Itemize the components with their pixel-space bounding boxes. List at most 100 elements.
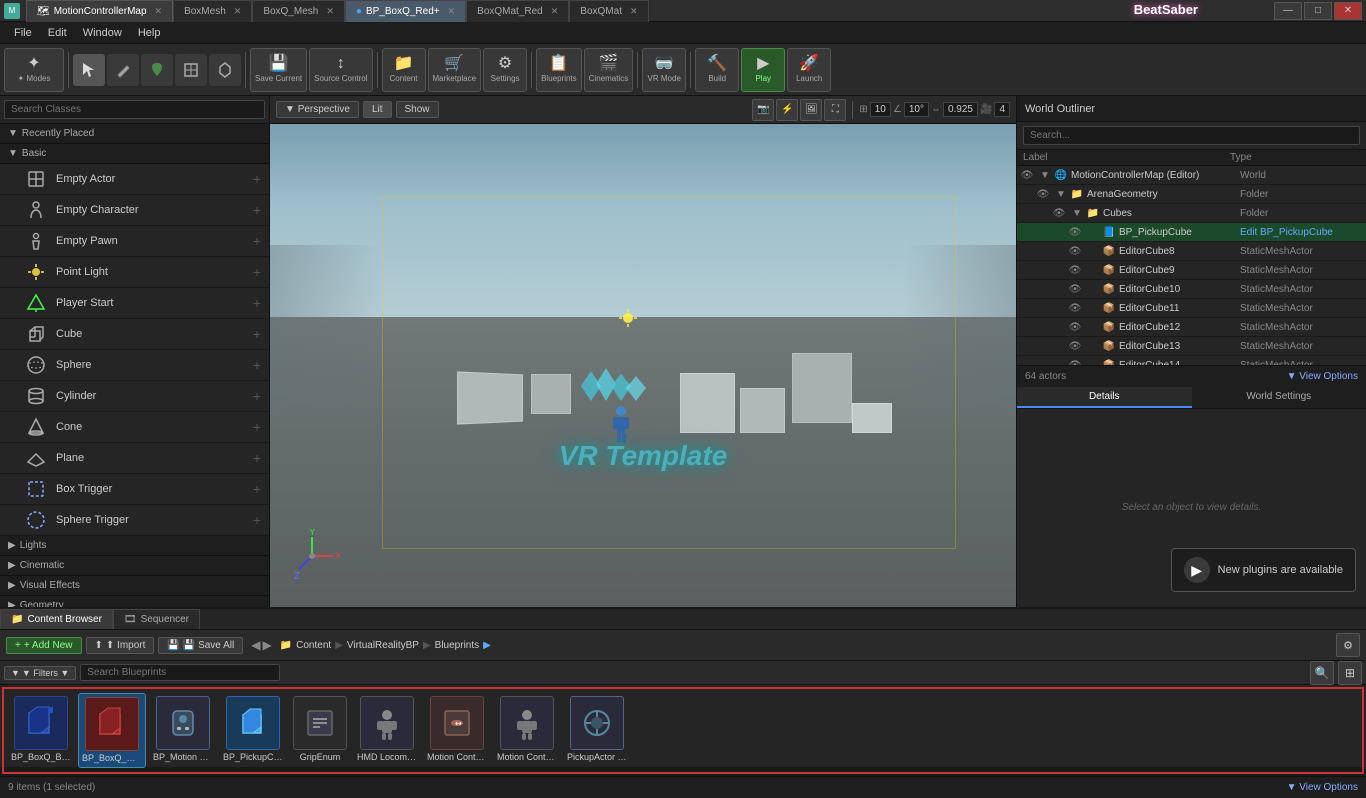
asset-bp-boxq-blue[interactable]: BP_BoxQ_Blue xyxy=(8,693,74,768)
import-button[interactable]: ⬆ ⬆ Import xyxy=(86,637,155,654)
vis-icon[interactable]: 👁 xyxy=(1065,284,1085,295)
list-item-point-light[interactable]: Point Light + xyxy=(0,257,269,288)
menu-item-file[interactable]: File xyxy=(6,25,40,41)
tab-sequencer[interactable]: 🎞 Sequencer xyxy=(113,609,200,629)
content-settings-button[interactable]: ⚙ xyxy=(1336,633,1360,657)
search-classes-input[interactable] xyxy=(4,100,265,119)
marketplace-button[interactable]: 🛒 Marketplace xyxy=(428,48,482,92)
content-search-input[interactable] xyxy=(80,664,280,681)
tab-close[interactable]: ✕ xyxy=(551,6,559,17)
tab-bp-boxq-red[interactable]: ● BP_BoxQ_Red+ ✕ xyxy=(345,0,466,22)
grid-value[interactable]: 10 xyxy=(870,102,891,117)
vis-icon[interactable]: 👁 xyxy=(1065,303,1085,314)
outliner-row-cube14[interactable]: 👁 📦 EditorCube14 StaticMeshActor xyxy=(1017,356,1366,365)
expand-icon[interactable]: ▼ xyxy=(1069,208,1085,219)
section-recently-placed[interactable]: ▼ Recently Placed xyxy=(0,124,269,144)
outliner-row-cube10[interactable]: 👁 📦 EditorCube10 StaticMeshActor xyxy=(1017,280,1366,299)
view-options[interactable]: ▼ View Options xyxy=(1287,371,1358,382)
vis-icon[interactable]: 👁 xyxy=(1065,227,1085,238)
mode-fracture[interactable] xyxy=(209,54,241,86)
tab-world-settings[interactable]: World Settings xyxy=(1192,387,1366,408)
list-item-empty-actor[interactable]: Empty Actor + xyxy=(0,164,269,195)
mode-paint[interactable] xyxy=(107,54,139,86)
camera-value[interactable]: 4 xyxy=(994,102,1010,117)
outliner-item-type[interactable]: Edit BP_PickupCube xyxy=(1236,227,1366,238)
show-button[interactable]: Show xyxy=(396,101,439,118)
tab-boxmesh[interactable]: BoxMesh ✕ xyxy=(173,0,252,22)
empty-actor-add[interactable]: + xyxy=(253,171,261,187)
tab-boxq-mesh[interactable]: BoxQ_Mesh ✕ xyxy=(252,0,345,22)
asset-motion-haptics[interactable]: ↭ Motion Controller Haptics xyxy=(424,693,490,768)
mode-select[interactable] xyxy=(73,54,105,86)
vr-mode-button[interactable]: 🥽 VR Mode xyxy=(642,48,686,92)
launch-button[interactable]: 🚀 Launch xyxy=(787,48,831,92)
section-cinematic[interactable]: ▶ Cinematic xyxy=(0,556,269,576)
point-light-add[interactable]: + xyxy=(253,264,261,280)
box-trigger-add[interactable]: + xyxy=(253,481,261,497)
list-item-sphere-trigger[interactable]: Sphere Trigger + xyxy=(0,505,269,536)
expand-icon[interactable]: ▼ xyxy=(1053,189,1069,200)
outliner-row-cubes[interactable]: 👁 ▼ 📁 Cubes Folder xyxy=(1017,204,1366,223)
asset-bp-motion-controller[interactable]: BP_Motion Controller xyxy=(150,693,216,768)
list-item-plane[interactable]: Plane + xyxy=(0,443,269,474)
expand-icon[interactable]: ▼ xyxy=(1037,170,1053,181)
tab-boxqmat-red[interactable]: BoxQMat_Red ✕ xyxy=(466,0,569,22)
player-start-add[interactable]: + xyxy=(253,295,261,311)
play-button[interactable]: ▶ Play xyxy=(741,48,785,92)
menu-item-edit[interactable]: Edit xyxy=(40,25,75,41)
view-options-label[interactable]: ▼ View Options xyxy=(1287,782,1358,793)
tab-content-browser[interactable]: 📁 Content Browser xyxy=(0,609,113,629)
outliner-row-bp-pickup[interactable]: 👁 📘 BP_PickupCube Edit BP_PickupCube xyxy=(1017,223,1366,242)
breadcrumb-more[interactable]: ▶ xyxy=(483,640,491,651)
content-button[interactable]: 📁 Content xyxy=(382,48,426,92)
save-all-button[interactable]: 💾 💾 Save All xyxy=(158,637,243,654)
screenshot-button[interactable]: 🖼 xyxy=(800,99,822,121)
asset-grip-enum[interactable]: GripEnum xyxy=(290,693,350,768)
breadcrumb-blueprints[interactable]: Blueprints xyxy=(435,640,479,651)
menu-item-window[interactable]: Window xyxy=(75,25,130,41)
character-add[interactable]: + xyxy=(253,202,261,218)
vis-icon[interactable]: 👁 xyxy=(1065,265,1085,276)
list-item-sphere[interactable]: Sphere + xyxy=(0,350,269,381)
list-item-box-trigger[interactable]: Box Trigger + xyxy=(0,474,269,505)
blueprints-button[interactable]: 📋 Blueprints xyxy=(536,48,582,92)
source-control-button[interactable]: ↕ Source Control xyxy=(309,48,372,92)
mode-mesh[interactable] xyxy=(175,54,207,86)
outliner-row-cube13[interactable]: 👁 📦 EditorCube13 StaticMeshActor xyxy=(1017,337,1366,356)
list-item-player-start[interactable]: Player Start + xyxy=(0,288,269,319)
vis-icon[interactable]: 👁 xyxy=(1017,170,1037,181)
view-options-button[interactable]: ⊞ xyxy=(1338,661,1362,685)
vis-icon[interactable]: 👁 xyxy=(1049,208,1069,219)
cylinder-add[interactable]: + xyxy=(253,388,261,404)
tab-motion-controller-map[interactable]: 🗺 MotionControllerMap ✕ xyxy=(26,0,173,22)
tab-close[interactable]: ✕ xyxy=(155,6,163,17)
outliner-search-input[interactable] xyxy=(1023,126,1360,145)
outliner-row-world[interactable]: 👁 ▼ 🌐 MotionControllerMap (Editor) World xyxy=(1017,166,1366,185)
maximize-viewport-button[interactable]: ⛶ xyxy=(824,99,846,121)
asset-bp-boxq-red[interactable]: BP_BoxQ_Red xyxy=(78,693,146,768)
vis-icon[interactable]: 👁 xyxy=(1033,189,1053,200)
tab-close[interactable]: ✕ xyxy=(234,6,242,17)
tab-boxqmat[interactable]: BoxQMat ✕ xyxy=(569,0,648,22)
outliner-row-cube9[interactable]: 👁 📦 EditorCube9 StaticMeshActor xyxy=(1017,261,1366,280)
outliner-row-cube11[interactable]: 👁 📦 EditorCube11 StaticMeshActor xyxy=(1017,299,1366,318)
perspective-button[interactable]: ▼ Perspective xyxy=(276,101,359,118)
minimize-button[interactable]: — xyxy=(1274,2,1302,20)
nav-back[interactable]: ◀ xyxy=(251,638,260,652)
vis-icon[interactable]: 👁 xyxy=(1065,341,1085,352)
mode-foliage[interactable] xyxy=(141,54,173,86)
tab-details[interactable]: Details xyxy=(1017,387,1192,408)
close-button[interactable]: ✕ xyxy=(1334,2,1362,20)
list-item-empty-character[interactable]: Empty Character + xyxy=(0,195,269,226)
list-item-cube[interactable]: Cube + xyxy=(0,319,269,350)
settings-button[interactable]: ⚙ Settings xyxy=(483,48,527,92)
save-current-button[interactable]: 💾 Save Current xyxy=(250,48,307,92)
breadcrumb-content[interactable]: Content xyxy=(296,640,331,651)
vis-icon[interactable]: 👁 xyxy=(1065,322,1085,333)
section-geometry[interactable]: ▶ Geometry xyxy=(0,596,269,607)
list-item-empty-pawn[interactable]: Empty Pawn + xyxy=(0,226,269,257)
asset-bp-pickup-cube[interactable]: BP_PickupCube xyxy=(220,693,286,768)
3d-viewport[interactable]: VR Template X Y Z xyxy=(270,124,1016,607)
build-button[interactable]: 🔨 Build xyxy=(695,48,739,92)
asset-hmd-locomotion[interactable]: HMD Locomotion Pawn xyxy=(354,693,420,768)
